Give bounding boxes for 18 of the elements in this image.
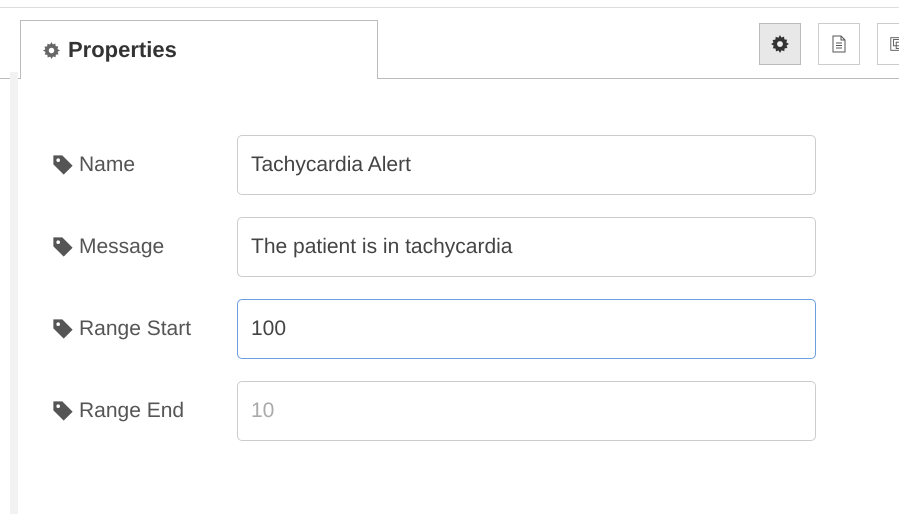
tag-icon (52, 318, 74, 340)
field-label: Message (79, 235, 164, 259)
input-field[interactable]: 10 (237, 381, 816, 441)
tag-icon (52, 400, 74, 422)
input-field[interactable]: The patient is in tachycardia (237, 217, 816, 277)
field-label: Name (79, 153, 136, 177)
document-icon (830, 35, 848, 53)
settings-icon (771, 35, 789, 53)
input-field[interactable]: 100 (237, 299, 816, 359)
settings-icon (43, 42, 60, 58)
input-field[interactable]: Tachycardia Alert (237, 135, 816, 195)
field-label: Range End (79, 399, 184, 423)
settings-button[interactable] (759, 23, 801, 65)
document-button[interactable] (818, 23, 860, 65)
tag-icon (52, 236, 74, 258)
field-label: Range Start (79, 317, 192, 341)
properties-tab[interactable]: Properties (20, 20, 378, 79)
tag-icon (52, 154, 74, 176)
